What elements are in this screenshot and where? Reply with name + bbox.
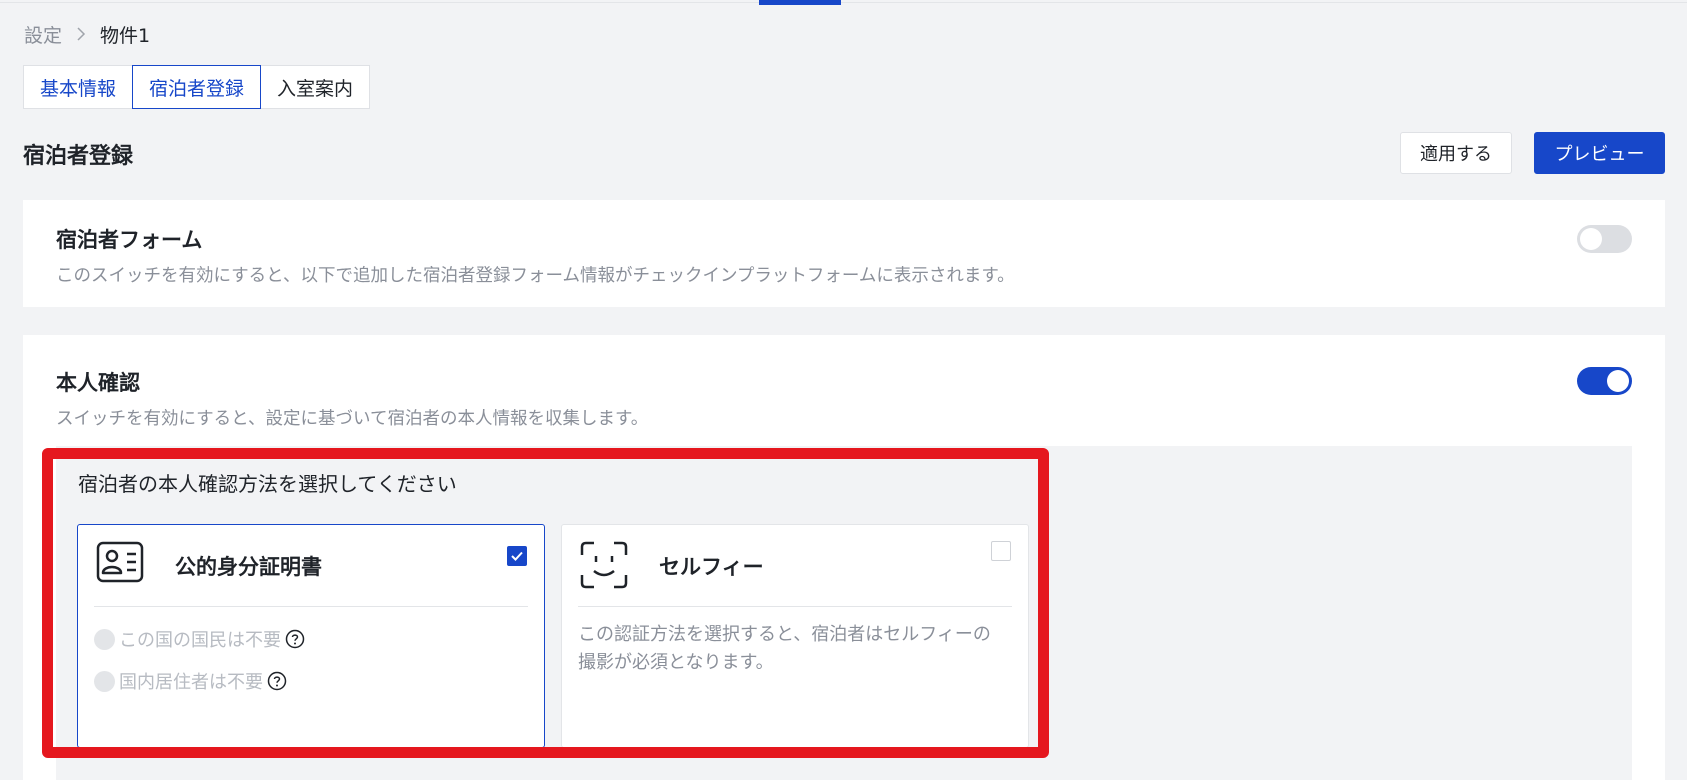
tab-basic-info[interactable]: 基本情報: [23, 65, 134, 109]
option-selfie-description: この認証方法を選択すると、宿泊者はセルフィーの撮影が必須となります。: [578, 624, 991, 673]
option-selfie[interactable]: セルフィー この認証方法を選択すると、宿泊者はセルフィーの撮影が必須となります。: [561, 524, 1029, 748]
option-selfie-title: セルフィー: [659, 555, 764, 579]
identity-check-toggle[interactable]: [1577, 367, 1632, 395]
option-official-id[interactable]: 公的身分証明書 この国の国民は不要 国内居住者は不要: [77, 524, 545, 748]
sub-option-residents-label: 国内居住者は不要: [119, 672, 263, 693]
option-official-id-title: 公的身分証明書: [175, 555, 322, 579]
page-title: 宿泊者登録: [23, 144, 134, 169]
sub-option-residents-radio[interactable]: [94, 670, 115, 692]
guest-form-description: このスイッチを有効にすると、以下で追加した宿泊者登録フォーム情報がチェックインプ…: [56, 266, 1015, 286]
guest-form-title: 宿泊者フォーム: [56, 228, 203, 252]
breadcrumb-root[interactable]: 設定: [24, 21, 62, 48]
sub-option-nationals-radio[interactable]: [94, 628, 115, 650]
id-card-icon: [96, 541, 144, 587]
identity-check-description: スイッチを有効にすると、設定に基づいて宿泊者の本人情報を収集します。: [56, 409, 649, 429]
tab-entry-guide[interactable]: 入室案内: [260, 65, 371, 109]
identity-check-card: 本人確認 スイッチを有効にすると、設定に基づいて宿泊者の本人情報を収集します。 …: [23, 335, 1665, 780]
help-icon[interactable]: [285, 629, 305, 649]
breadcrumb-current: 物件1: [100, 24, 151, 47]
top-divider: [0, 2, 1687, 3]
sub-option-residents: 国内居住者は不要: [94, 668, 287, 694]
method-selection-area: 宿泊者の本人確認方法を選択してください 公的身分証明書 この国の国民は不要 国内…: [56, 446, 1632, 780]
option-selfie-checkbox[interactable]: [991, 541, 1011, 561]
guest-form-toggle[interactable]: [1577, 225, 1632, 253]
active-nav-indicator: [759, 0, 841, 5]
guest-form-card: 宿泊者フォーム このスイッチを有効にすると、以下で追加した宿泊者登録フォーム情報…: [23, 200, 1665, 307]
sub-option-nationals: この国の国民は不要: [94, 626, 305, 652]
toggle-knob: [1580, 228, 1602, 250]
tab-guest-registration[interactable]: 宿泊者登録: [132, 65, 262, 109]
method-prompt: 宿泊者の本人確認方法を選択してください: [78, 472, 457, 496]
option-official-id-checkbox[interactable]: [507, 546, 527, 566]
help-icon[interactable]: [267, 671, 287, 691]
preview-button[interactable]: プレビュー: [1534, 132, 1665, 174]
check-icon: [511, 551, 523, 561]
sub-option-nationals-label: この国の国民は不要: [119, 630, 281, 651]
breadcrumb: 設定 物件1: [24, 20, 150, 48]
apply-button[interactable]: 適用する: [1400, 132, 1512, 174]
chevron-right-icon: [76, 27, 86, 41]
toggle-knob: [1607, 370, 1629, 392]
tab-bar: 基本情報 宿泊者登録 入室案内: [23, 65, 371, 109]
face-scan-icon: [580, 541, 628, 593]
option-divider: [578, 606, 1012, 607]
identity-check-title: 本人確認: [56, 371, 140, 395]
option-divider: [94, 606, 528, 607]
